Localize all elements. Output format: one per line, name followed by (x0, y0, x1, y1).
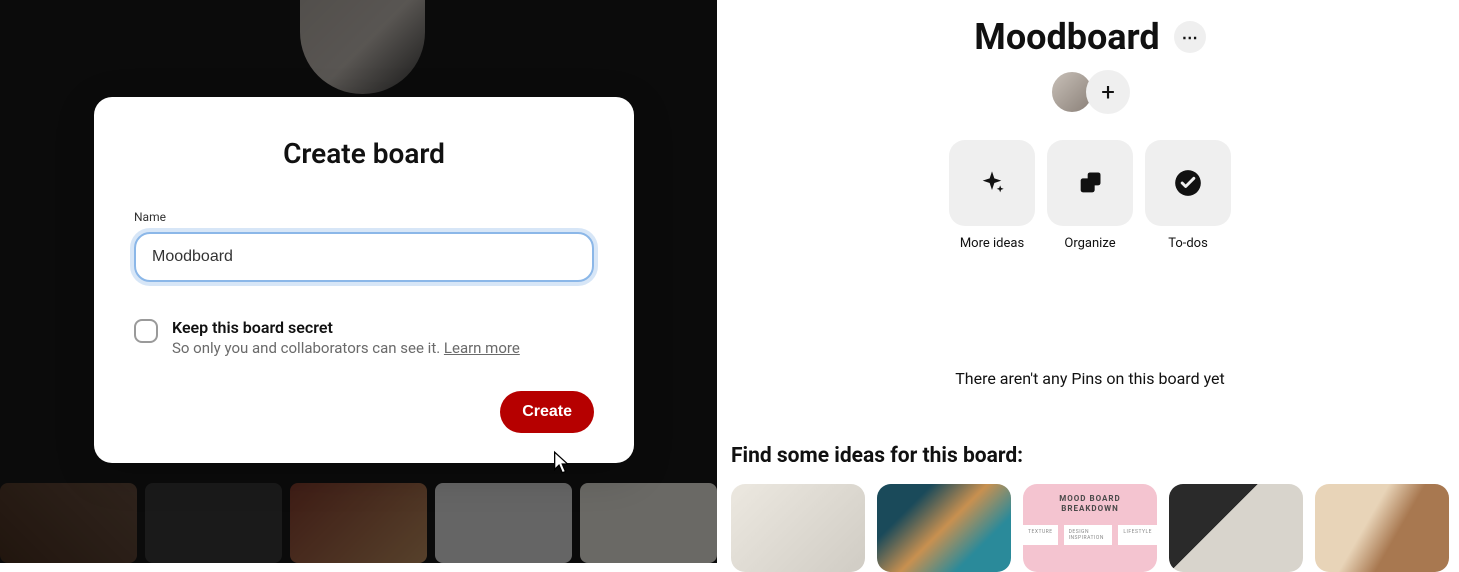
action-label: Organize (1047, 236, 1133, 251)
secret-subtitle: So only you and collaborators can see it… (172, 339, 520, 357)
organize-button[interactable] (1047, 140, 1133, 226)
action-label: To-dos (1145, 236, 1231, 251)
profile-background: Create board Name Keep this board secret… (0, 0, 717, 563)
empty-board-message: There aren't any Pins on this board yet (731, 369, 1449, 388)
idea-pin[interactable] (1169, 484, 1303, 572)
ideas-heading: Find some ideas for this board: (731, 444, 1449, 468)
sparkle-icon (978, 169, 1006, 197)
ellipsis-icon: ⋯ (1182, 28, 1198, 47)
idea-chip: TEXTURE (1023, 525, 1058, 545)
collaborators-row: + (731, 70, 1449, 114)
idea-pin[interactable] (731, 484, 865, 572)
learn-more-link[interactable]: Learn more (444, 339, 520, 357)
modal-title: Create board (134, 137, 594, 170)
idea-pin[interactable] (877, 484, 1011, 572)
secret-title: Keep this board secret (172, 318, 520, 337)
board-title: Moodboard (974, 16, 1159, 58)
todos-button[interactable] (1145, 140, 1231, 226)
name-label: Name (134, 210, 594, 224)
ideas-row: MOOD BOARDBREAKDOWN TEXTURE DESIGN INSPI… (731, 484, 1449, 572)
create-board-modal: Create board Name Keep this board secret… (94, 97, 634, 463)
idea-chip: DESIGN INSPIRATION (1064, 525, 1113, 545)
board-view: Moodboard ⋯ + More ideas (717, 0, 1459, 563)
secret-checkbox[interactable] (134, 319, 158, 343)
secret-option-row: Keep this board secret So only you and c… (134, 318, 594, 357)
idea-text: MOOD BOARDBREAKDOWN (1059, 494, 1120, 513)
action-label: More ideas (949, 236, 1035, 251)
board-more-button[interactable]: ⋯ (1174, 21, 1206, 53)
board-actions: More ideas Organize To-d (731, 140, 1449, 251)
add-collaborator-button[interactable]: + (1086, 70, 1130, 114)
create-button[interactable]: Create (500, 391, 594, 433)
idea-pin[interactable] (1315, 484, 1449, 572)
secret-sub-text: So only you and collaborators can see it… (172, 339, 444, 357)
plus-icon: + (1101, 78, 1115, 106)
idea-chip: LIFESTYLE (1118, 525, 1157, 545)
organize-icon (1076, 169, 1104, 197)
check-circle-icon (1174, 169, 1202, 197)
more-ideas-button[interactable] (949, 140, 1035, 226)
idea-pin[interactable]: MOOD BOARDBREAKDOWN TEXTURE DESIGN INSPI… (1023, 484, 1157, 572)
board-header: Moodboard ⋯ + More ideas (731, 16, 1449, 251)
board-name-input[interactable] (134, 232, 594, 282)
